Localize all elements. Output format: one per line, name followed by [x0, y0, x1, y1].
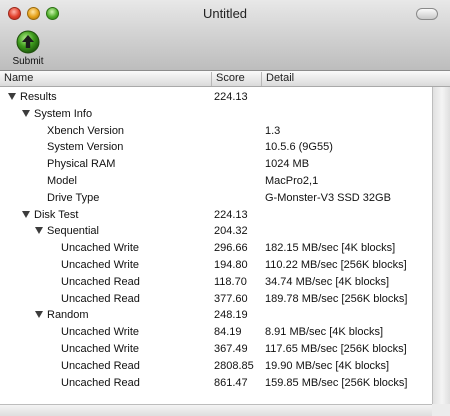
title-bar: Untitled Submit — [0, 0, 450, 71]
detail-cell: 189.78 MB/sec [256K blocks] — [265, 292, 408, 305]
disclosure-expanded-icon[interactable] — [35, 311, 43, 319]
name-cell: System Info — [0, 106, 234, 123]
detail-cell — [265, 207, 430, 224]
column-header-detail[interactable]: Detail — [262, 72, 432, 86]
detail-cell: G-Monster-V3 SSD 32GB — [265, 191, 391, 204]
table-row[interactable]: Uncached Read 118.70 34.74 MB/sec [4K bl… — [0, 274, 432, 291]
row-label: Results — [20, 91, 57, 103]
score-cell: 377.60 — [214, 292, 248, 305]
detail-cell: 1.3 — [265, 124, 281, 137]
table-row[interactable]: Model MacPro2,1 — [0, 173, 432, 190]
table-row[interactable]: Uncached Read 861.47 159.85 MB/sec [256K… — [0, 375, 432, 392]
detail-cell: 34.74 MB/sec [4K blocks] — [265, 275, 390, 288]
detail-cell: 19.90 MB/sec [4K blocks] — [265, 359, 390, 372]
detail-cell: 1024 MB — [265, 158, 310, 171]
table-row[interactable]: Sequential 204.32 — [0, 223, 432, 240]
table-row[interactable]: System Info — [0, 106, 432, 123]
detail-cell: 8.91 MB/sec [4K blocks] — [265, 326, 383, 339]
table-row[interactable]: Uncached Write 194.80 110.22 MB/sec [256… — [0, 257, 432, 274]
column-header: Name Score Detail — [0, 71, 450, 87]
row-label: Random — [47, 309, 89, 322]
window-title: Untitled — [202, 6, 248, 21]
table-row[interactable]: Drive Type G-Monster-V3 SSD 32GB — [0, 190, 432, 207]
score-cell — [214, 190, 262, 207]
name-cell: Results — [0, 89, 220, 106]
resize-grip[interactable] — [432, 404, 450, 416]
detail-cell: 110.22 MB/sec [256K blocks] — [265, 259, 407, 271]
detail-cell — [265, 89, 430, 106]
horizontal-scrollbar[interactable] — [0, 404, 432, 416]
table-row[interactable]: Physical RAM 1024 MB — [0, 156, 432, 173]
table-row[interactable]: Random 248.19 — [0, 307, 432, 324]
name-cell: Disk Test — [0, 207, 234, 224]
disclosure-expanded-icon[interactable] — [8, 93, 16, 100]
score-cell — [214, 139, 262, 156]
score-cell — [214, 123, 262, 140]
score-cell — [214, 106, 262, 123]
table-row[interactable]: Uncached Write 84.19 8.91 MB/sec [4K blo… — [0, 324, 432, 341]
score-cell: 248.19 — [214, 309, 248, 322]
results-outline: Results 224.13 System Info Xbench Versio… — [0, 87, 432, 404]
table-row[interactable]: Uncached Write 296.66 182.15 MB/sec [4K … — [0, 240, 432, 257]
name-cell: Sequential — [0, 223, 247, 240]
row-label: System Info — [34, 107, 93, 120]
table-row[interactable]: Xbench Version 1.3 — [0, 123, 432, 140]
score-cell: 296.66 — [214, 242, 248, 255]
column-header-name[interactable]: Name — [0, 72, 212, 86]
detail-cell — [265, 106, 430, 123]
submit-button[interactable]: Submit — [8, 30, 48, 70]
detail-cell: 182.15 MB/sec [4K blocks] — [265, 242, 396, 255]
score-cell — [214, 173, 262, 190]
disclosure-expanded-icon[interactable] — [22, 210, 30, 218]
table-row[interactable]: Disk Test 224.13 — [0, 207, 432, 224]
table-row[interactable]: Uncached Read 377.60 189.78 MB/sec [256K… — [0, 291, 432, 308]
score-cell: 118.70 — [214, 275, 247, 288]
vertical-scrollbar[interactable] — [432, 87, 450, 404]
table-row[interactable]: Uncached Write 367.49 117.65 MB/sec [256… — [0, 341, 432, 358]
table-row[interactable]: Results 224.13 — [0, 89, 432, 106]
row-label: Disk Test — [34, 208, 79, 221]
toolbar-toggle-button[interactable] — [416, 8, 438, 20]
score-cell: 204.32 — [214, 225, 248, 238]
up-arrow-icon — [16, 30, 40, 54]
disclosure-expanded-icon[interactable] — [35, 227, 43, 235]
table-row[interactable]: System Version 10.5.6 (9G55) — [0, 139, 432, 156]
detail-cell — [265, 307, 430, 324]
score-cell: 2808.85 — [214, 359, 254, 372]
score-cell: 194.80 — [214, 259, 248, 271]
detail-cell: MacPro2,1 — [265, 175, 319, 187]
name-cell: Random — [0, 307, 247, 324]
row-label: Sequential — [47, 225, 99, 238]
detail-cell: 159.85 MB/sec [256K blocks] — [265, 376, 408, 389]
score-cell: 224.13 — [214, 91, 248, 103]
column-header-score[interactable]: Score — [212, 72, 262, 86]
disclosure-expanded-icon[interactable] — [22, 109, 30, 117]
detail-cell: 10.5.6 (9G55) — [265, 141, 333, 154]
submit-label: Submit — [12, 56, 44, 67]
detail-cell — [265, 223, 430, 240]
score-cell: 224.13 — [214, 208, 248, 221]
app-window: Untitled Submit Name Score Detail Result… — [0, 0, 450, 416]
score-cell: 84.19 — [214, 326, 242, 339]
detail-cell: 117.65 MB/sec [256K blocks] — [265, 343, 407, 355]
score-cell: 861.47 — [214, 376, 248, 389]
score-cell — [214, 156, 262, 173]
score-cell: 367.49 — [214, 343, 248, 355]
table-row[interactable]: Uncached Read 2808.85 19.90 MB/sec [4K b… — [0, 358, 432, 375]
